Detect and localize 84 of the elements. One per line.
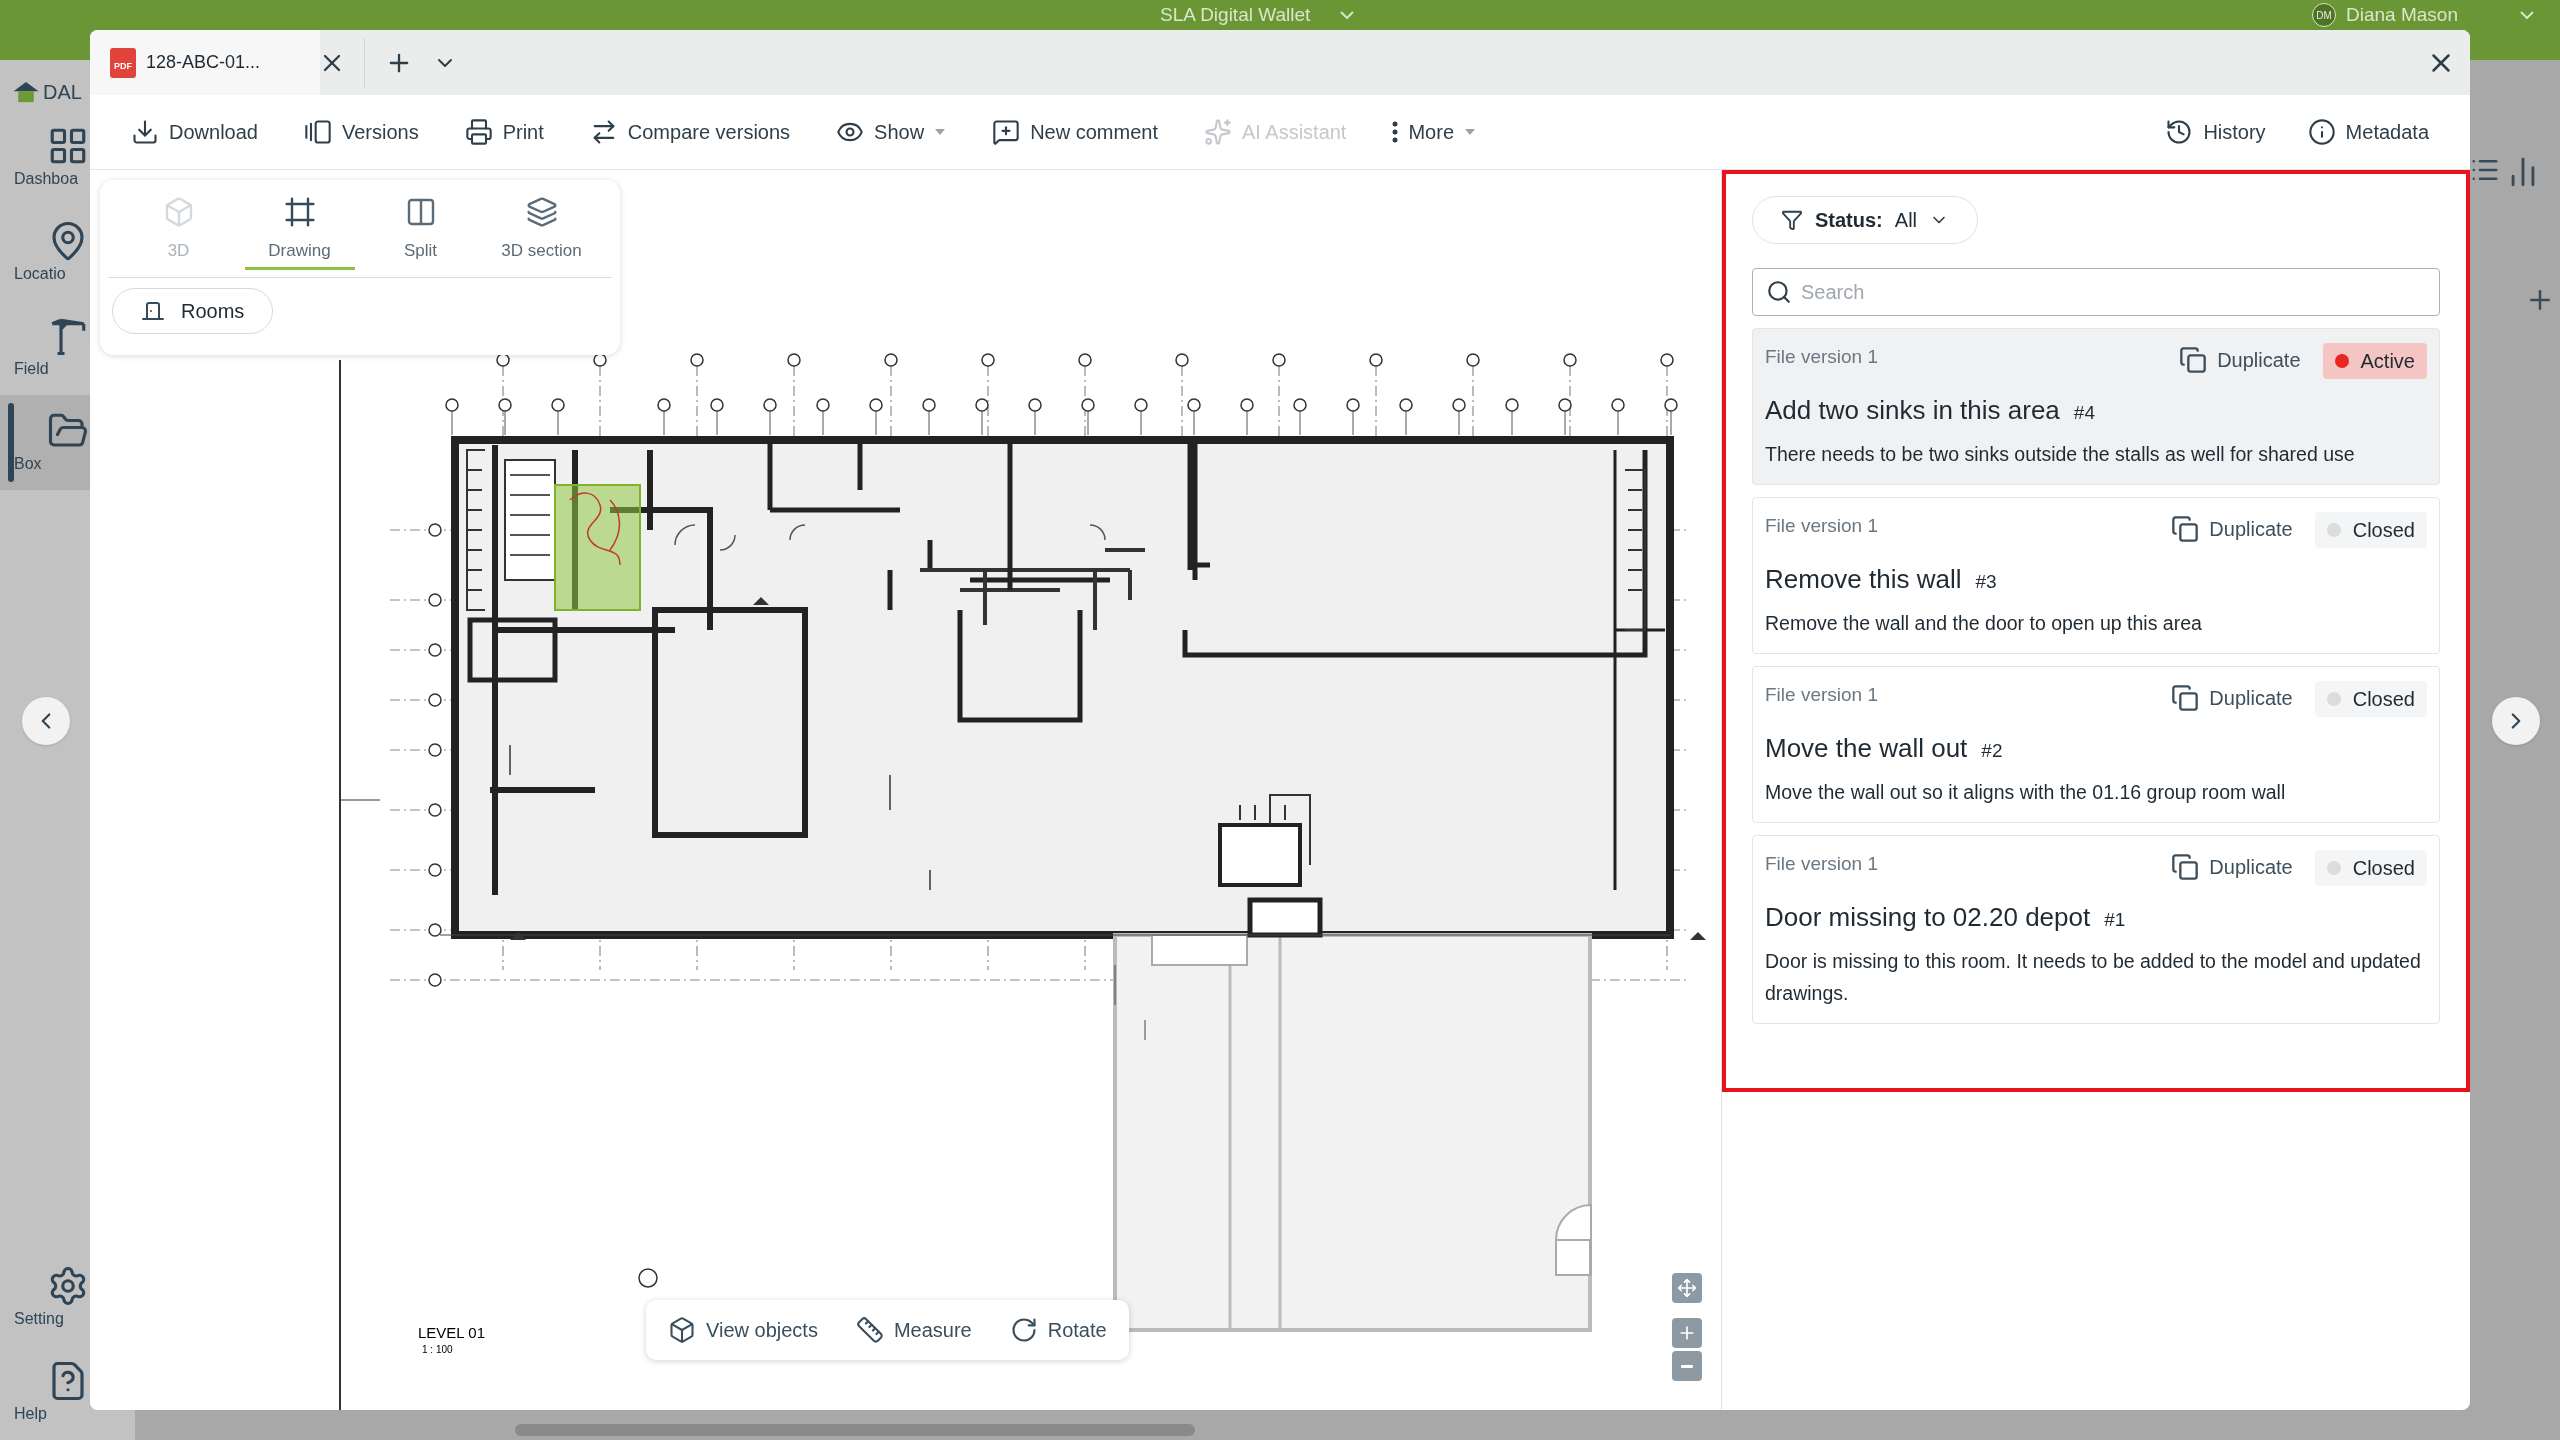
- file-tab[interactable]: PDF 128-ABC-01...: [90, 30, 320, 95]
- door-icon: [141, 299, 165, 323]
- comment-text: Remove the wall and the door to open up this area: [1765, 611, 2203, 636]
- sparkles-icon: [1203, 118, 1232, 146]
- drawing-icon: [283, 196, 316, 228]
- comment-title: Move the wall out: [1765, 732, 1968, 765]
- comment-card[interactable]: File version 1 Duplicate Closed Move the wall out #2 Move the wall out so it aligns with the 01.16 group room wall: [1752, 666, 2440, 823]
- copy-icon: [2179, 346, 2208, 374]
- file-version: File version 1: [1765, 345, 1878, 369]
- caret-icon: [1340, 11, 1354, 19]
- toolbar-button[interactable]: Compare versions: [583, 110, 797, 154]
- comment-number: #2: [1981, 739, 2003, 763]
- printer-icon: [464, 118, 493, 146]
- comment-number: #4: [2073, 401, 2095, 425]
- versions-icon: [303, 118, 332, 146]
- comment-title: Add two sinks in this area: [1765, 394, 2060, 427]
- user-name: Diana Mason: [2346, 4, 2458, 26]
- toolbar-button[interactable]: Show: [830, 110, 953, 154]
- caret-icon: [2520, 11, 2534, 19]
- comment-number: #1: [2104, 908, 2126, 932]
- comment-card[interactable]: File version 1 Duplicate Closed Remove this wall #3 Remove the wall and the door to open up this area: [1752, 497, 2440, 654]
- comment-title: Remove this wall: [1765, 563, 1962, 596]
- pan-button[interactable]: [1672, 1273, 1702, 1303]
- tool-button[interactable]: Rotate: [1009, 1315, 1107, 1345]
- copy-icon: [2171, 515, 2200, 543]
- next-button[interactable]: [2492, 697, 2540, 745]
- level-label: LEVEL 01: [418, 1323, 485, 1343]
- copy-icon: [2171, 684, 2200, 712]
- minus-icon: [1681, 1364, 1693, 1368]
- view-mode-tab[interactable]: 3D section: [486, 190, 597, 270]
- file-version: File version 1: [1765, 683, 1878, 707]
- logo-text: DAL: [43, 82, 82, 102]
- pan-icon: [1677, 1278, 1697, 1298]
- user-avatar: DM: [2312, 3, 2336, 27]
- status-badge: Closed: [2314, 681, 2427, 717]
- status-badge: Active: [2322, 343, 2427, 379]
- comment-number: #3: [1975, 570, 1997, 594]
- section-icon: [525, 196, 558, 228]
- zoom-in-button[interactable]: [1672, 1318, 1702, 1348]
- status-badge: Closed: [2314, 850, 2427, 886]
- duplicate-button[interactable]: Duplicate: [2171, 514, 2293, 544]
- ruler-icon: [855, 1316, 884, 1344]
- add-comment-icon: [992, 118, 1021, 146]
- scale-label: 1 : 100: [422, 1343, 453, 1357]
- toolbar-button[interactable]: Versions: [297, 110, 425, 154]
- toolbar-button[interactable]: More: [1386, 110, 1482, 154]
- tool-button[interactable]: Measure: [855, 1315, 972, 1345]
- search-field[interactable]: Search: [1752, 268, 2440, 316]
- comment-text: There needs to be two sinks outside the stalls as well for shared use: [1765, 442, 2356, 467]
- comment-card[interactable]: File version 1 Duplicate Closed Door missing to 02.20 depot #1 Door is missing to this room. It needs to be added to the model and updated drawings.: [1752, 835, 2440, 1024]
- copy-icon: [2171, 853, 2200, 881]
- nav-item[interactable]: Setting: [0, 1250, 135, 1345]
- filter-icon: [1781, 209, 1803, 231]
- rotate-icon: [1009, 1316, 1038, 1344]
- pdf-badge: PDF: [110, 47, 136, 78]
- cube-icon: [668, 1316, 696, 1344]
- duplicate-button[interactable]: Duplicate: [2171, 852, 2293, 882]
- view-mode-tab[interactable]: Split: [365, 190, 476, 270]
- tab-title: 128-ABC-01...: [146, 51, 261, 74]
- duplicate-button[interactable]: Duplicate: [2171, 683, 2293, 713]
- duplicate-button[interactable]: Duplicate: [2179, 345, 2301, 375]
- comment-text: Door is missing to this room. It needs to be added to the model and updated drawings.: [1765, 949, 2422, 1006]
- toolbar-button[interactable]: Print: [458, 110, 550, 154]
- comment-card[interactable]: File version 1 Duplicate Active Add two sinks in this area #4 There needs to be two sinks outside the stalls as well for shared use: [1752, 328, 2440, 485]
- toolbar-button[interactable]: New comment: [986, 110, 1164, 154]
- nav-item[interactable]: Help: [0, 1345, 135, 1440]
- more-icon: [1392, 121, 1399, 143]
- tool-button[interactable]: View objects: [668, 1315, 818, 1345]
- view-mode-tab[interactable]: Drawing: [244, 190, 355, 270]
- app-title: SLA Digital Wallet: [1160, 4, 1311, 26]
- status-badge: Closed: [2314, 512, 2427, 548]
- dropdown-arrow-icon: [934, 128, 947, 136]
- house-logo-icon: [12, 80, 40, 104]
- comment-text: Move the wall out so it aligns with the 01.16 group room wall: [1765, 780, 2287, 805]
- toolbar-button[interactable]: History: [2159, 110, 2272, 154]
- search-icon: [1766, 279, 1792, 305]
- info-icon: [2307, 118, 2336, 146]
- comment-title: Door missing to 02.20 depot: [1765, 901, 2091, 934]
- file-version: File version 1: [1765, 852, 1878, 876]
- dropdown-arrow-icon: [1464, 128, 1476, 136]
- file-version: File version 1: [1765, 514, 1878, 538]
- download-icon: [131, 118, 159, 146]
- zoom-out-button[interactable]: [1672, 1351, 1702, 1381]
- toolbar-button[interactable]: Metadata: [2301, 110, 2435, 154]
